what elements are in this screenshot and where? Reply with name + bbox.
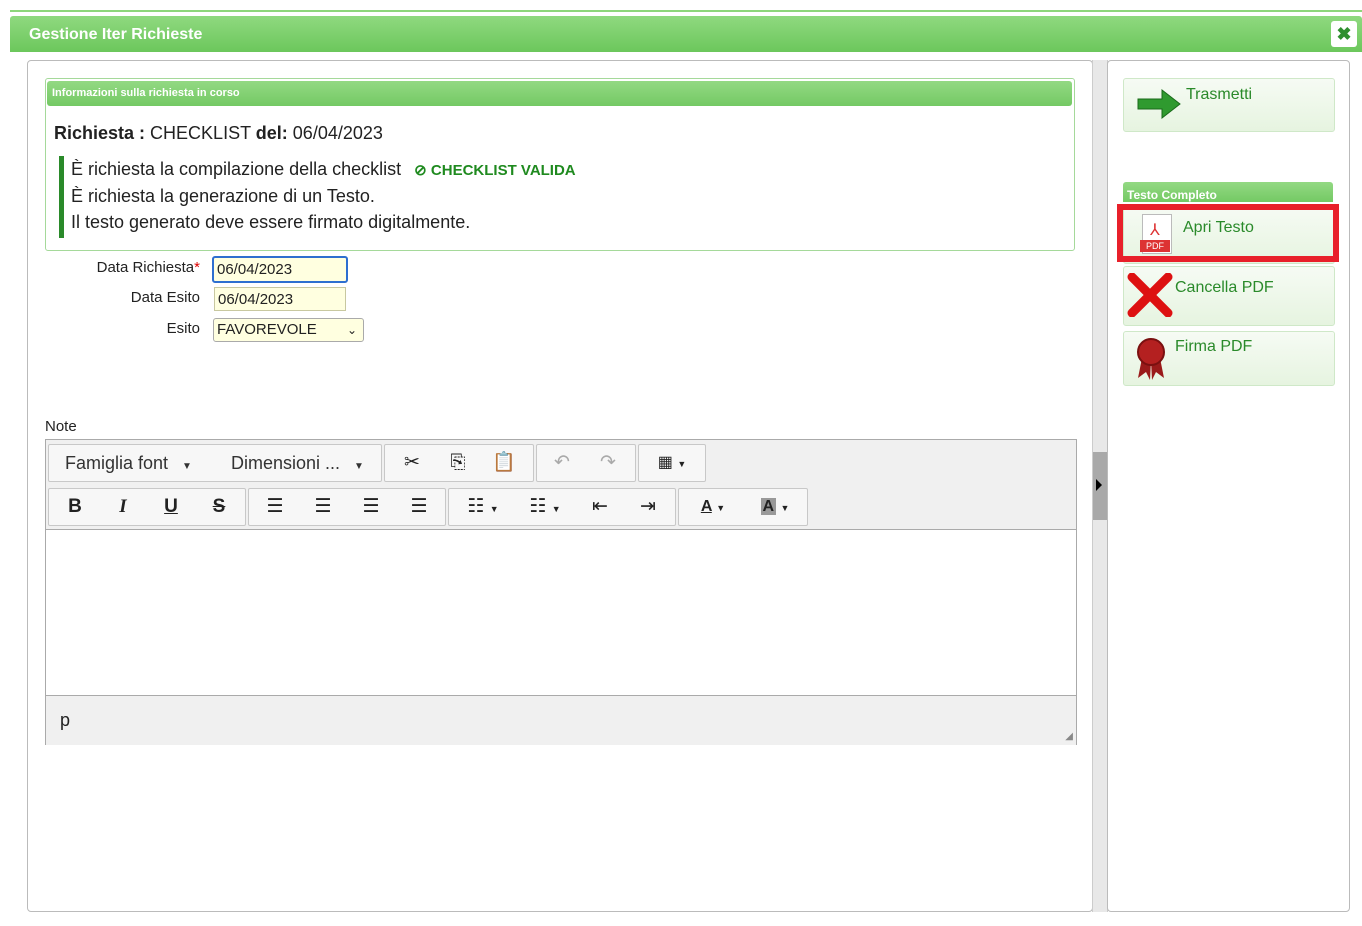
clipboard-group: ✂ ⎘ 📋 (384, 444, 534, 482)
caret-down-icon: ▼ (182, 461, 192, 472)
history-group: ↶ ↷ (536, 444, 636, 482)
window-titlebar: Gestione Iter Richieste ✖ (10, 16, 1362, 52)
panel-splitter[interactable] (1092, 60, 1108, 912)
data-richiesta-label: Data Richiesta* (40, 259, 200, 276)
format-group: B I U S (48, 488, 246, 526)
arrow-right-icon (1137, 88, 1181, 120)
font-group: Famiglia font ▼ Dimensioni ... ▼ (48, 444, 382, 482)
outdent-icon[interactable]: ⇤ (577, 489, 623, 525)
richiesta-label: Richiesta : (54, 123, 146, 143)
table-group: ▦ ▼ (638, 444, 706, 482)
close-button[interactable]: ✖ (1331, 21, 1357, 47)
highlight-box (1117, 204, 1339, 262)
caret-down-icon: ▼ (354, 461, 364, 472)
esito-label: Esito (166, 320, 200, 337)
checklist-valid-badge: ⊘ CHECKLIST VALIDA (414, 162, 575, 179)
data-richiesta-field[interactable]: 06/04/2023 (212, 256, 348, 283)
data-esito-field[interactable]: 06/04/2023 (214, 287, 346, 311)
font-size-dropdown[interactable]: Dimensioni ... ▼ (231, 445, 364, 481)
color-group: A ▼ A ▼ (678, 488, 808, 526)
cancella-pdf-button[interactable]: Cancella PDF (1123, 266, 1335, 326)
list-group: ☷ ▼ ☷ ▼ ⇤ ⇥ (448, 488, 676, 526)
requirement-line: Il testo generato deve essere firmato di… (71, 212, 471, 232)
chevron-down-icon: ⌄ (346, 323, 357, 337)
font-family-dropdown[interactable]: Famiglia font ▼ (65, 445, 192, 481)
firma-pdf-button[interactable]: Firma PDF (1123, 331, 1335, 386)
indent-icon[interactable]: ⇥ (625, 489, 671, 525)
background-color-icon[interactable]: A ▼ (745, 489, 805, 525)
redo-icon[interactable]: ↷ (585, 445, 631, 481)
check-circle-icon: ⊘ (414, 162, 427, 179)
note-label: Note (45, 418, 77, 435)
copy-icon[interactable]: ⎘ (435, 445, 481, 481)
trasmetti-label: Trasmetti (1186, 86, 1253, 103)
window-title: Gestione Iter Richieste (29, 26, 203, 43)
requirements-bar (59, 156, 64, 238)
align-center-icon[interactable]: ☰ (299, 489, 347, 525)
strikethrough-icon[interactable]: S (195, 489, 243, 525)
align-justify-icon[interactable]: ☰ (395, 489, 443, 525)
cut-icon[interactable]: ✂ (389, 445, 435, 481)
editor-toolbar: Famiglia font ▼ Dimensioni ... ▼ ✂ ⎘ 📋 ↶ ↷… (46, 440, 1076, 530)
bold-icon[interactable]: B (51, 489, 99, 525)
seal-ribbon-icon (1137, 338, 1165, 380)
firma-pdf-label: Firma PDF (1175, 338, 1253, 355)
note-editor: Famiglia font ▼ Dimensioni ... ▼ ✂ ⎘ 📋 ↶ ↷… (45, 439, 1077, 745)
align-right-icon[interactable]: ☰ (347, 489, 395, 525)
top-divider (10, 10, 1362, 12)
font-size-label: Dimensioni ... (231, 453, 341, 473)
undo-icon[interactable]: ↶ (539, 445, 585, 481)
esito-value: FAVOREVOLE (217, 321, 317, 338)
editor-statusbar: p ◢ (46, 695, 1076, 745)
request-summary: Richiesta : CHECKLIST del: 06/04/2023 (54, 123, 383, 144)
red-x-icon (1127, 273, 1173, 317)
underline-icon[interactable]: U (147, 489, 195, 525)
collapse-arrow-icon[interactable] (1096, 479, 1102, 491)
data-richiesta-label-text: Data Richiesta (96, 259, 195, 276)
request-info-box: Informazioni sulla richiesta in corso Ri… (45, 78, 1075, 251)
testo-completo-section: Testo Completo (1123, 182, 1333, 202)
del-value: 06/04/2023 (292, 123, 383, 143)
bullet-list-icon[interactable]: ☷ ▼ (453, 489, 513, 525)
align-left-icon[interactable]: ☰ (251, 489, 299, 525)
section-title: Testo Completo (1127, 188, 1217, 202)
element-path[interactable]: p (60, 710, 70, 731)
info-header: Informazioni sulla richiesta in corso (47, 81, 1072, 106)
info-header-title: Informazioni sulla richiesta in corso (52, 87, 240, 99)
required-mark: * (194, 259, 200, 276)
del-label: del: (255, 123, 288, 143)
editor-content-area[interactable] (46, 530, 1076, 694)
esito-select[interactable]: FAVOREVOLE ⌄ (213, 318, 364, 342)
cancella-pdf-label: Cancella PDF (1175, 279, 1274, 296)
italic-icon[interactable]: I (99, 489, 147, 525)
requirement-line: È richiesta la generazione di un Testo. (71, 186, 375, 206)
text-color-icon[interactable]: A ▼ (683, 489, 743, 525)
requirement-text: È richiesta la compilazione della checkl… (71, 159, 402, 179)
paste-icon[interactable]: 📋 (481, 445, 527, 481)
requirement-line: È richiesta la compilazione della checkl… (71, 159, 576, 180)
valid-text: CHECKLIST VALIDA (430, 162, 576, 179)
font-family-label: Famiglia font (65, 453, 169, 473)
data-esito-label: Data Esito (130, 289, 200, 306)
align-group: ☰ ☰ ☰ ☰ (248, 488, 446, 526)
richiesta-value: CHECKLIST (150, 123, 251, 143)
resize-grip-icon[interactable]: ◢ (1065, 731, 1073, 742)
table-icon[interactable]: ▦ ▼ (643, 445, 701, 481)
numbered-list-icon[interactable]: ☷ ▼ (515, 489, 575, 525)
trasmetti-button[interactable]: Trasmetti (1123, 78, 1335, 132)
